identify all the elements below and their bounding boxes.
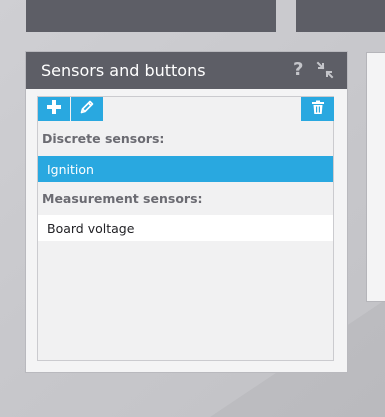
pencil-icon: [79, 99, 95, 119]
dashboard-widget-tile[interactable]: [296, 0, 385, 32]
sensor-toolbar: [38, 97, 334, 127]
sensors-buttons-widget: Sensors and buttons ? Discrete sensors: …: [26, 52, 347, 372]
trash-icon: [310, 99, 326, 119]
plus-icon: [46, 99, 62, 119]
dashboard-widget-tile[interactable]: [26, 0, 276, 32]
discrete-sensors-heading: Discrete sensors:: [42, 131, 165, 146]
adjacent-widget-panel: [366, 52, 385, 302]
question-mark-icon[interactable]: ?: [293, 59, 303, 81]
sensor-list-panel: Discrete sensors: Ignition Measurement s…: [37, 96, 334, 361]
widget-title: Sensors and buttons: [41, 61, 206, 80]
delete-sensor-button[interactable]: [301, 97, 334, 121]
measurement-sensors-heading: Measurement sensors:: [42, 191, 203, 206]
widget-header: Sensors and buttons ?: [26, 52, 347, 89]
sensor-list-item-ignition[interactable]: Ignition: [38, 156, 333, 182]
collapse-arrows-icon[interactable]: [316, 61, 334, 79]
sensor-list-item-board-voltage[interactable]: Board voltage: [38, 215, 333, 241]
add-sensor-button[interactable]: [38, 97, 70, 121]
edit-sensor-button[interactable]: [71, 97, 103, 121]
